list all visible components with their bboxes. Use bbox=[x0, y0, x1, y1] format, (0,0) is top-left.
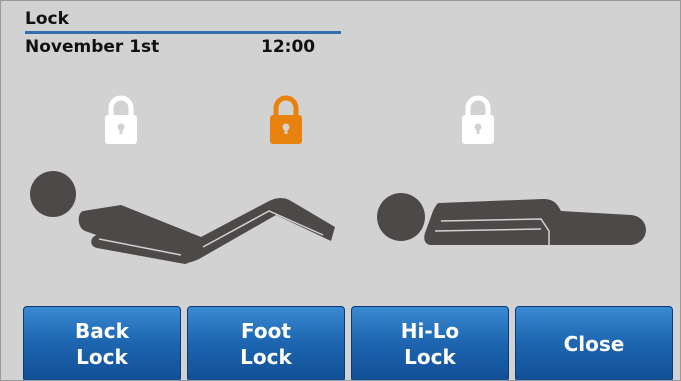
time-label: 12:00 bbox=[261, 37, 316, 57]
header: Lock November 1st 12:00 bbox=[25, 9, 341, 58]
page-title: Lock bbox=[25, 9, 341, 34]
close-label: Close bbox=[563, 332, 625, 356]
bed-articulated-figure-icon bbox=[30, 171, 336, 264]
bed-flat-figure-icon bbox=[377, 193, 646, 245]
hilo-lock-button[interactable]: Hi-Lo Lock bbox=[351, 306, 509, 380]
button-bar: Back Lock Foot Lock Hi-Lo Lock Close bbox=[23, 306, 677, 380]
hilo-lock-label-line2: Lock bbox=[404, 345, 456, 369]
foot-lock-label-line1: Foot bbox=[241, 319, 291, 343]
foot-lock-button[interactable]: Foot Lock bbox=[187, 306, 345, 380]
lock-screen: Lock November 1st 12:00 Back Lock Foot L… bbox=[0, 0, 681, 381]
hilo-lock-padlock-icon bbox=[461, 93, 495, 145]
foot-lock-padlock-icon bbox=[269, 93, 303, 145]
patient-figures bbox=[1, 161, 680, 281]
close-button[interactable]: Close bbox=[515, 306, 673, 380]
foot-lock-label-line2: Lock bbox=[240, 345, 292, 369]
hilo-lock-label-line1: Hi-Lo bbox=[400, 319, 460, 343]
date-label: November 1st bbox=[25, 37, 160, 57]
back-lock-padlock-icon bbox=[104, 93, 138, 145]
date-time-bar: November 1st 12:00 bbox=[25, 34, 341, 58]
back-lock-label-line2: Lock bbox=[76, 345, 128, 369]
back-lock-button[interactable]: Back Lock bbox=[23, 306, 181, 380]
back-lock-label-line1: Back bbox=[75, 319, 129, 343]
